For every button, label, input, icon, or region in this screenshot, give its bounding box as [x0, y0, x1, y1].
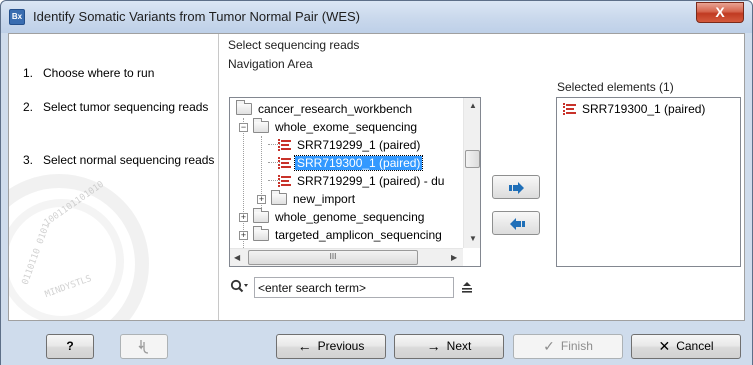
- selected-item-label: SRR719300_1 (paired): [582, 102, 706, 116]
- tree-item-reads[interactable]: SRR719299_1 (paired): [274, 136, 420, 154]
- close-button[interactable]: X: [696, 2, 744, 23]
- expand-icon[interactable]: +: [239, 231, 248, 240]
- scroll-thumb[interactable]: III: [248, 250, 418, 265]
- folder-icon: [271, 190, 287, 205]
- checkmark-icon: ✓: [543, 338, 555, 354]
- folder-icon: [253, 208, 269, 223]
- folder-icon: [253, 226, 269, 241]
- list-item[interactable]: SRR719300_1 (paired): [561, 100, 705, 118]
- arrow-right-icon: [509, 182, 524, 194]
- tree-item-reads-selected[interactable]: SRR719300_1 (paired): [274, 154, 424, 172]
- app-icon: Bx: [9, 9, 25, 25]
- tree-item-folder[interactable]: + whole_genome_sequencing: [239, 208, 424, 226]
- tree-item-label: SRR719299_1 (paired): [297, 138, 421, 152]
- remove-selected-button[interactable]: [492, 211, 540, 235]
- finish-label: Finish: [560, 339, 593, 353]
- navigation-area-label: Navigation Area: [228, 57, 313, 71]
- tree-item-label: cancer_research_workbench: [258, 102, 413, 116]
- selected-elements-label: Selected elements (1): [557, 80, 674, 94]
- scroll-left-icon[interactable]: ◀: [234, 253, 240, 262]
- arrow-left-icon: [510, 218, 525, 230]
- arrow-left-icon: ←: [297, 338, 312, 354]
- sequence-reads-icon: [563, 103, 577, 115]
- previous-label: Previous: [317, 339, 365, 353]
- scroll-up-icon[interactable]: ▲: [469, 101, 477, 110]
- previous-button[interactable]: ← Previous: [276, 334, 386, 359]
- step-label: Select normal sequencing reads: [43, 153, 215, 167]
- help-label: ?: [66, 339, 74, 353]
- step-label: Select tumor sequencing reads: [43, 100, 209, 114]
- scroll-right-icon[interactable]: ▶: [451, 253, 457, 262]
- dialog-content: 1001101101010 0110110 0101 MINDYSTLS 1. …: [8, 33, 745, 321]
- search-options-icon[interactable]: [460, 280, 474, 294]
- finish-button[interactable]: ✓ Finish: [513, 334, 623, 359]
- expand-icon[interactable]: +: [257, 195, 266, 204]
- expand-icon[interactable]: +: [239, 213, 248, 222]
- search-input[interactable]: [254, 277, 454, 298]
- group-label: Select sequencing reads: [228, 38, 360, 52]
- step-number: 3.: [23, 153, 34, 167]
- step-number: 1.: [23, 66, 34, 80]
- scroll-thumb[interactable]: [465, 150, 480, 168]
- close-icon: ✕: [658, 338, 671, 354]
- next-button[interactable]: → Next: [394, 334, 504, 359]
- tree-item-folder[interactable]: + new_import: [257, 190, 355, 208]
- sequence-reads-icon: [278, 139, 292, 151]
- scroll-down-icon[interactable]: ▼: [469, 234, 477, 243]
- tree-item-folder[interactable]: + targeted_amplicon_sequencing: [239, 226, 442, 244]
- wizard-steps: 1001101101010 0110110 0101 MINDYSTLS 1. …: [9, 34, 219, 320]
- tree-item-label: targeted_amplicon_sequencing: [275, 228, 442, 242]
- sequence-reads-icon: [278, 157, 292, 169]
- window-title: Identify Somatic Variants from Tumor Nor…: [33, 9, 361, 24]
- selection-panel: Select sequencing reads Navigation Area …: [220, 34, 744, 320]
- tree-item-label: whole_exome_sequencing: [275, 120, 418, 134]
- tree-item-folder[interactable]: − whole_exome_sequencing: [239, 118, 417, 136]
- restore-defaults-button[interactable]: [120, 334, 168, 359]
- help-button[interactable]: ?: [46, 334, 94, 359]
- tree-item-label: new_import: [293, 192, 356, 206]
- reset-icon: [138, 340, 149, 354]
- tree-vertical-scrollbar[interactable]: ▲ ▼: [463, 98, 480, 248]
- tree-item-reads[interactable]: SRR719299_1 (paired) - du: [274, 172, 444, 190]
- cancel-label: Cancel: [676, 339, 714, 353]
- search-icon[interactable]: [230, 279, 252, 297]
- tree-item-label: whole_genome_sequencing: [275, 210, 425, 224]
- navigation-tree[interactable]: cancer_research_workbench − whole_exome_…: [229, 97, 481, 267]
- tree-item-folder[interactable]: cancer_research_workbench: [234, 100, 412, 118]
- selected-elements-list[interactable]: SRR719300_1 (paired): [556, 97, 741, 267]
- tree-horizontal-scrollbar[interactable]: ◀ III ▶: [230, 248, 463, 266]
- step-label: Choose where to run: [43, 66, 155, 80]
- step-number: 2.: [23, 100, 34, 114]
- tree-item-label: SRR719300_1 (paired): [293, 155, 424, 171]
- next-label: Next: [446, 339, 472, 353]
- sequence-reads-icon: [278, 175, 292, 187]
- folder-icon: [236, 100, 252, 115]
- title-bar[interactable]: Bx Identify Somatic Variants from Tumor …: [1, 1, 752, 33]
- dialog-window: Bx Identify Somatic Variants from Tumor …: [0, 0, 753, 365]
- arrow-right-icon: →: [426, 338, 441, 354]
- tree-item-label: SRR719299_1 (paired) - du: [297, 174, 445, 188]
- cancel-button[interactable]: ✕ Cancel: [631, 334, 741, 359]
- folder-open-icon: [253, 118, 269, 133]
- collapse-icon[interactable]: −: [239, 123, 248, 132]
- add-selected-button[interactable]: [492, 175, 540, 199]
